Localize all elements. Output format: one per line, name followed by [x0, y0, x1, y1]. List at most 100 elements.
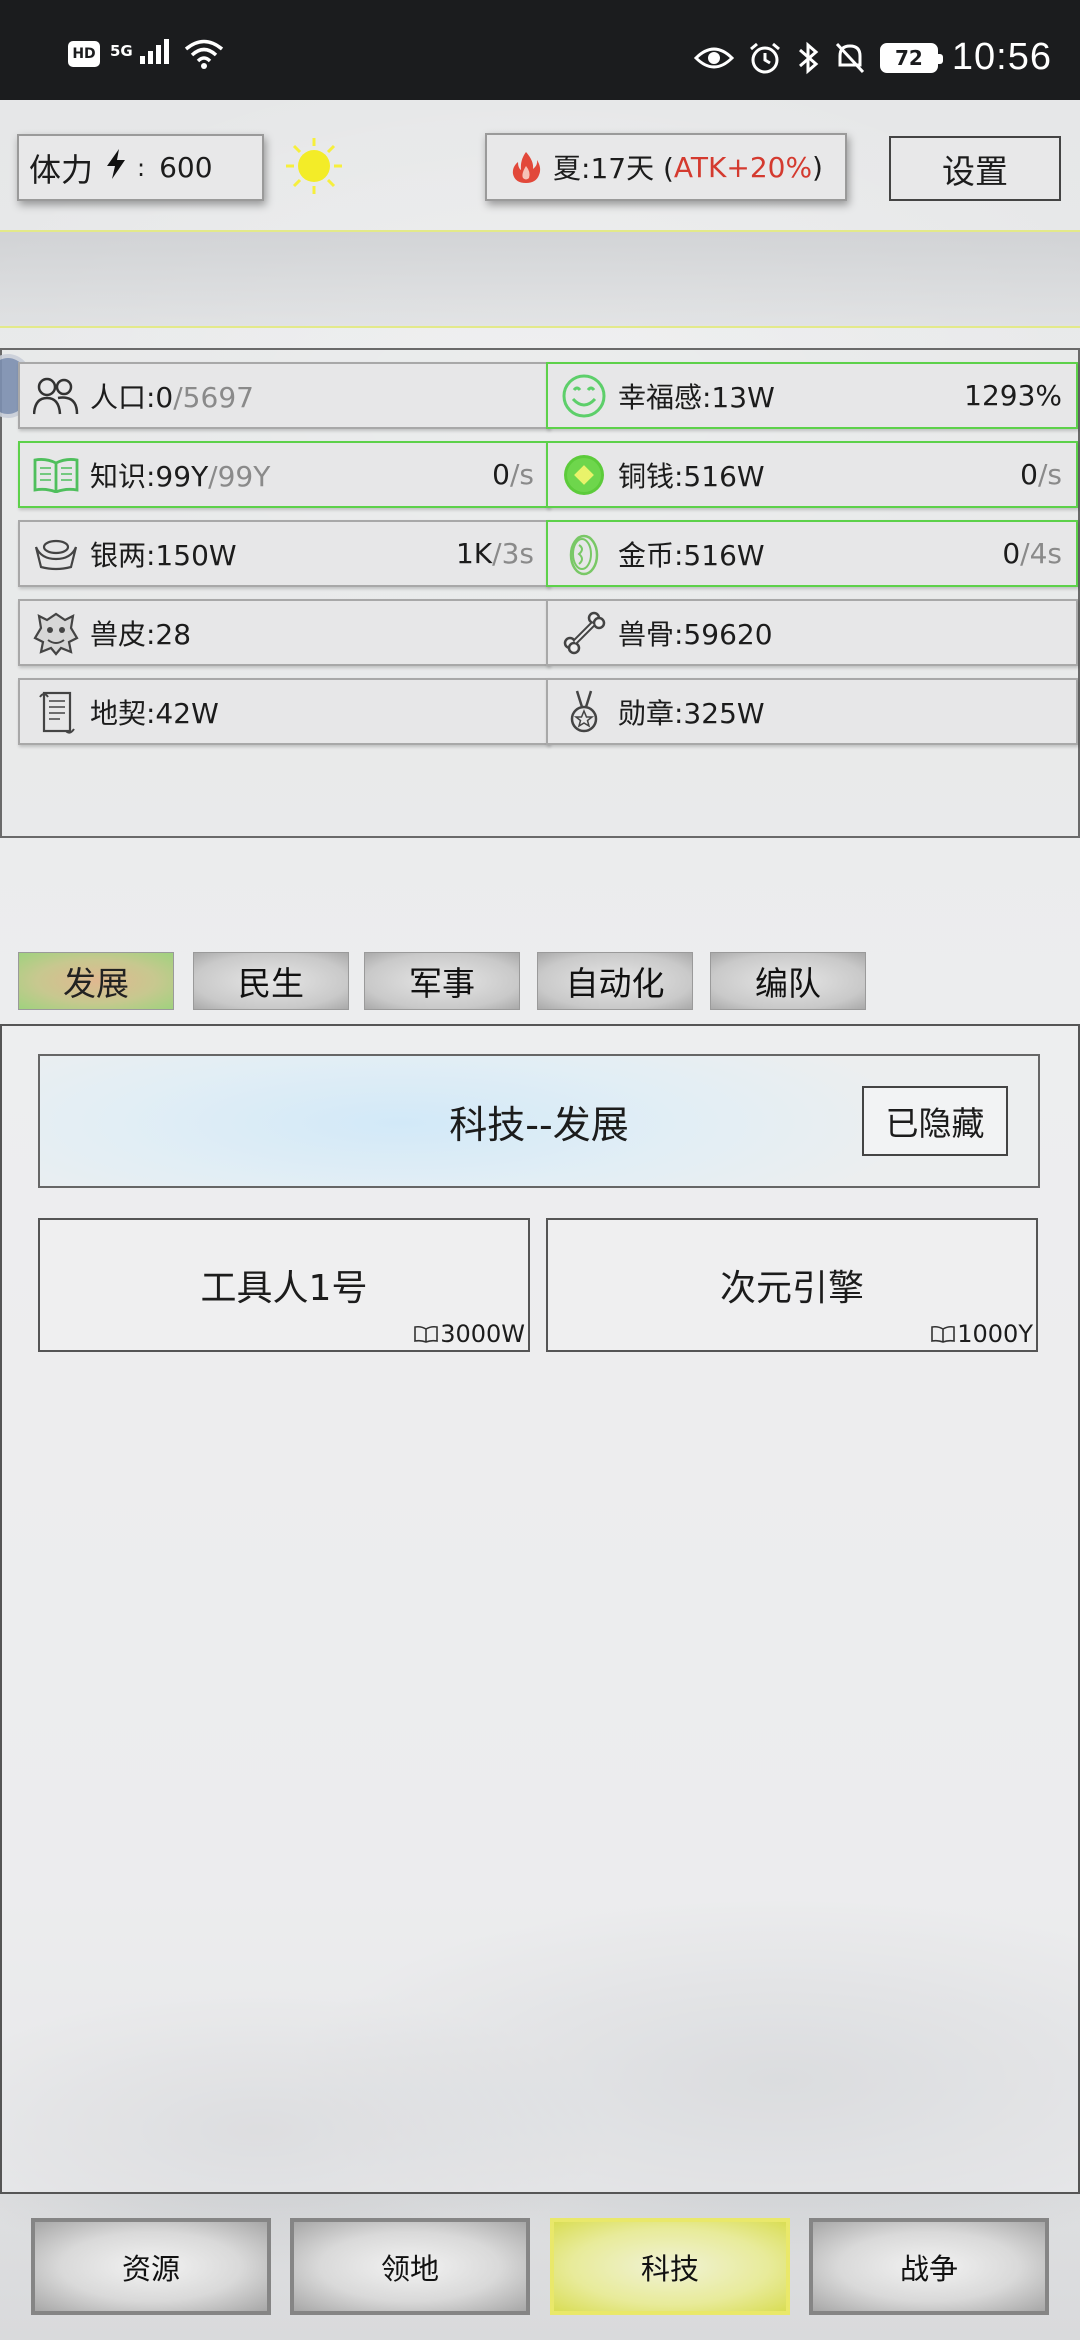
silver-ingot-icon: [32, 530, 80, 578]
resource-value: 兽骨:59620: [618, 613, 773, 653]
scroll-icon: [32, 688, 80, 736]
bluetooth-icon: [798, 41, 819, 74]
wifi-icon: [184, 39, 224, 69]
category-tabs: 发展 民生 军事 自动化 编队: [0, 952, 1080, 1010]
tech-content-panel: [0, 1024, 1080, 2194]
nav-technology[interactable]: 科技: [550, 2218, 790, 2315]
battery-icon: 72: [879, 42, 943, 73]
status-right: 72 10:56: [693, 36, 1052, 79]
resource-rate-value: 1K: [455, 537, 493, 570]
resource-card[interactable]: 知识:99Y/99Y 0/s: [18, 441, 550, 508]
resource-value: 兽皮:28: [90, 613, 191, 653]
resource-card[interactable]: 银两:150W 1K/3s: [18, 520, 550, 587]
sun-icon: [286, 138, 342, 194]
resource-rate: 1293%: [964, 379, 1062, 412]
stamina-panel: 体力 : 600: [17, 134, 264, 201]
resource-value: 知识:99Y/99Y: [90, 455, 270, 495]
resource-value: 铜钱:516W: [618, 455, 765, 495]
resource-amount: 铜钱:516W: [618, 459, 765, 493]
resource-card[interactable]: 兽皮:28: [18, 599, 550, 666]
stamina-value: 600: [159, 151, 213, 184]
resource-rate-unit: /3s: [492, 537, 534, 570]
resource-value: 幸福感:13W: [618, 376, 775, 416]
resource-rate: 0/s: [492, 458, 534, 491]
season-panel: 夏:17天 ( ATK+20% ): [485, 133, 847, 201]
resource-value: 勋章:325W: [618, 692, 765, 732]
resource-card[interactable]: 幸福感:13W 1293%: [546, 362, 1078, 429]
nav-resources[interactable]: 资源: [31, 2218, 271, 2315]
resource-card[interactable]: 地契:42W: [18, 678, 550, 745]
tech-card-name: 工具人1号: [200, 1268, 368, 1309]
smile-icon: [560, 372, 608, 420]
resource-amount: 知识:99Y: [90, 459, 209, 493]
resource-rate-value: 1293%: [964, 379, 1062, 412]
resource-amount: 幸福感:13W: [618, 380, 775, 414]
resource-rate-unit: /4s: [1020, 537, 1062, 570]
resource-amount: 勋章:325W: [618, 696, 765, 730]
resource-value: 地契:42W: [90, 692, 219, 732]
5g-signal-icon: 5G: [110, 28, 174, 64]
resource-rate-unit: /s: [509, 458, 534, 491]
tech-card-name: 次元引擎: [719, 1268, 864, 1309]
hide-icon: [32, 609, 80, 657]
gold-coin-icon: [560, 530, 608, 578]
hidden-toggle-button[interactable]: 已隐藏: [862, 1086, 1008, 1156]
resource-amount: 银两:150W: [90, 538, 237, 572]
tab-livelihood[interactable]: 民生: [193, 952, 349, 1010]
tech-card-tool-man[interactable]: 工具人1号 3000W: [38, 1218, 530, 1352]
resource-card[interactable]: 兽骨:59620: [546, 599, 1078, 666]
clock-time: 10:56: [951, 36, 1052, 78]
resource-rate-value: 0: [1002, 537, 1021, 570]
resource-amount: 金币:516W: [618, 538, 765, 572]
resource-value: 金币:516W: [618, 534, 765, 574]
resource-rate-value: 0: [492, 458, 510, 491]
settings-button[interactable]: 设置: [889, 136, 1061, 201]
resource-card[interactable]: 勋章:325W: [546, 678, 1078, 745]
hd-icon: HD: [68, 41, 100, 67]
fire-icon: [512, 152, 541, 183]
tab-military[interactable]: 军事: [364, 952, 520, 1010]
tab-development[interactable]: 发展: [18, 952, 174, 1010]
coin-icon: [560, 451, 608, 499]
nav-territory[interactable]: 领地: [290, 2218, 530, 2315]
lightning-icon: [105, 148, 127, 188]
book-icon: [931, 1325, 956, 1343]
message-banner: [0, 230, 1080, 328]
season-close: ): [812, 150, 823, 184]
resource-capacity: /5697: [173, 380, 254, 414]
nav-war[interactable]: 战争: [809, 2218, 1049, 2315]
resource-value: 人口:0/5697: [90, 376, 254, 416]
resource-card[interactable]: 人口:0/5697: [18, 362, 550, 429]
people-icon: [32, 372, 80, 420]
book-icon: [32, 451, 80, 499]
tech-card-cost: 1000Y: [931, 1320, 1033, 1348]
tab-formation[interactable]: 编队: [710, 952, 866, 1010]
season-text: 夏:17天 (: [553, 152, 674, 185]
status-left: HD 5G: [68, 38, 224, 70]
resource-value: 银两:150W: [90, 534, 237, 574]
tech-section-title: 科技--发展: [449, 1102, 629, 1147]
stamina-label: 体力: [29, 150, 94, 189]
resource-card[interactable]: 金币:516W 0/4s: [546, 520, 1078, 587]
alarm-icon: [749, 42, 780, 73]
resource-rate: 0/s: [1020, 458, 1062, 491]
tab-automation[interactable]: 自动化: [537, 952, 693, 1010]
season-bonus: ATK+20%: [673, 150, 813, 184]
resource-amount: 地契:42W: [90, 696, 219, 730]
resource-amount: 人口:0: [90, 380, 174, 414]
resource-amount: 兽骨:59620: [618, 617, 773, 651]
status-bar: HD 5G 72 10:56: [0, 0, 1080, 100]
stamina-separator: :: [137, 153, 146, 182]
tech-card-dimension-engine[interactable]: 次元引擎 1000Y: [546, 1218, 1038, 1352]
resource-rate-value: 0: [1020, 458, 1038, 491]
eye-icon: [693, 47, 734, 68]
resource-rate: 1K/3s: [456, 537, 534, 570]
mute-bell-icon: [835, 42, 865, 73]
book-icon: [414, 1325, 438, 1343]
resource-card[interactable]: 铜钱:516W 0/s: [546, 441, 1078, 508]
bone-icon: [560, 609, 608, 657]
resource-amount: 兽皮:28: [90, 617, 192, 651]
resource-rate-unit: /s: [1037, 458, 1062, 491]
resource-rate: 0/4s: [1002, 537, 1062, 570]
resource-capacity: /99Y: [208, 459, 271, 493]
